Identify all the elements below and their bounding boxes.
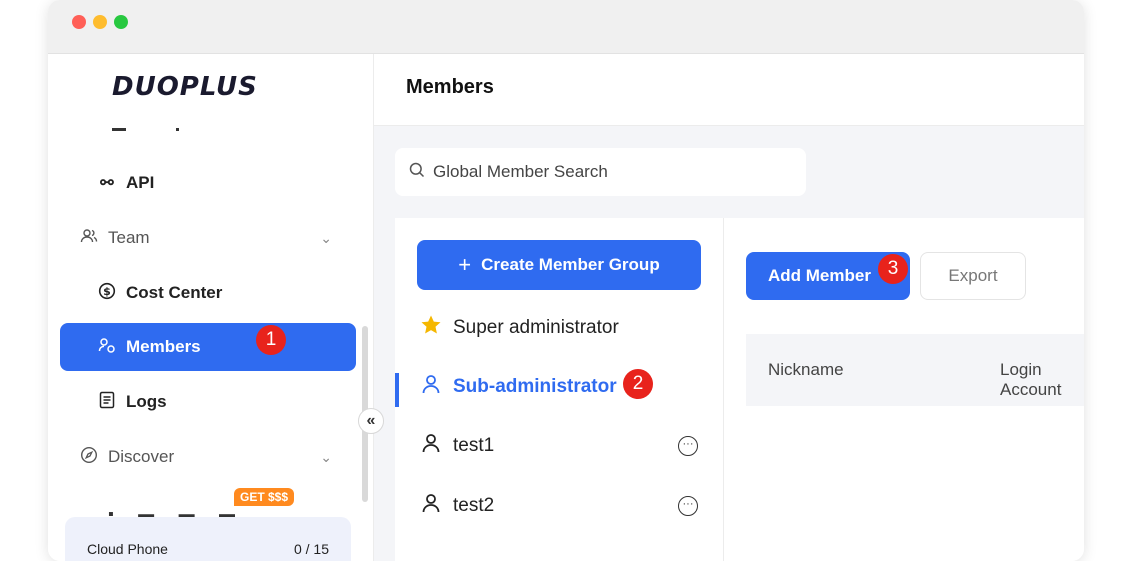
sidebar-item-logs[interactable]: Logs bbox=[60, 378, 356, 426]
more-options-icon[interactable]: ··· bbox=[678, 436, 698, 456]
cropped-nav-item bbox=[112, 128, 126, 131]
team-icon bbox=[78, 227, 100, 250]
group-item-test2[interactable]: test2 ··· bbox=[395, 482, 724, 530]
step-marker-2: 2 bbox=[623, 369, 653, 399]
step-marker-1: 1 bbox=[256, 325, 286, 355]
sidebar-group-team[interactable]: Team ⌄ bbox=[60, 214, 356, 262]
column-nickname[interactable]: Nickname bbox=[768, 360, 844, 380]
export-button[interactable]: Export bbox=[920, 252, 1026, 300]
main-content: Members Global Member Search + Create Me… bbox=[374, 54, 1084, 561]
sidebar-item-members[interactable]: Members bbox=[60, 323, 356, 371]
sidebar-item-label: Team bbox=[108, 228, 150, 247]
group-label: test2 bbox=[453, 495, 495, 516]
sidebar-item-label: Cost Center bbox=[126, 283, 223, 302]
app-window: DUOPLUS ⚯ API Team ⌄ $ Cost Center Membe… bbox=[48, 0, 1084, 561]
sidebar-item-label: Discover bbox=[108, 447, 175, 466]
api-icon: ⚯ bbox=[100, 175, 114, 192]
user-icon bbox=[419, 433, 443, 459]
sidebar-item-cost-center[interactable]: $ Cost Center bbox=[60, 269, 356, 317]
sidebar-item-label: API bbox=[126, 173, 155, 192]
sidebar-item-label: Members bbox=[126, 337, 201, 356]
title-bar bbox=[48, 0, 1084, 54]
sidebar-group-discover[interactable]: Discover ⌄ bbox=[60, 433, 356, 481]
group-label: test1 bbox=[453, 435, 495, 456]
collapse-sidebar-button[interactable]: « bbox=[358, 408, 384, 434]
members-icon bbox=[96, 336, 118, 359]
global-member-search[interactable]: Global Member Search bbox=[395, 148, 806, 196]
chevron-down-icon: ⌄ bbox=[320, 229, 332, 246]
promo-badge: GET $$$ bbox=[234, 488, 295, 506]
group-item-test1[interactable]: test1 ··· bbox=[395, 422, 724, 470]
chevron-down-icon: ⌄ bbox=[320, 448, 332, 465]
cropped-nav-item-text bbox=[176, 128, 179, 131]
sidebar-item-api[interactable]: ⚯ API bbox=[60, 159, 356, 207]
group-label: Super administrator bbox=[453, 317, 619, 338]
compass-icon bbox=[78, 446, 100, 469]
dollar-icon: $ bbox=[96, 282, 118, 305]
group-label: Sub-administrator bbox=[453, 376, 617, 397]
sidebar-item-label: Logs bbox=[126, 392, 167, 411]
zoom-window-button[interactable] bbox=[114, 15, 128, 29]
user-icon bbox=[419, 493, 443, 519]
quota-label: Cloud Phone bbox=[87, 541, 168, 557]
group-item-super-administrator[interactable]: Super administrator bbox=[395, 304, 724, 352]
group-item-sub-administrator[interactable]: Sub-administrator bbox=[395, 363, 724, 411]
button-label: Create Member Group bbox=[481, 255, 660, 274]
step-marker-3: 3 bbox=[878, 254, 908, 284]
create-member-group-button[interactable]: + Create Member Group bbox=[417, 240, 701, 290]
search-icon bbox=[409, 162, 425, 183]
column-login-account[interactable]: Login Account bbox=[1000, 360, 1084, 400]
page-title: Members bbox=[406, 76, 494, 98]
page-header: Members bbox=[374, 54, 1084, 126]
members-panel: Add Member 3 Export Nickname Login Accou… bbox=[724, 218, 1084, 561]
logo: DUOPLUS bbox=[112, 72, 258, 102]
star-icon bbox=[419, 314, 443, 342]
cloud-phone-quota: Cloud Phone 0 / 15 bbox=[65, 517, 351, 561]
logs-icon bbox=[96, 391, 118, 414]
user-icon bbox=[419, 374, 443, 400]
plus-icon: + bbox=[458, 252, 472, 277]
quota-value: 0 / 15 bbox=[293, 541, 329, 557]
minimize-window-button[interactable] bbox=[93, 15, 107, 29]
sidebar: DUOPLUS ⚯ API Team ⌄ $ Cost Center Membe… bbox=[48, 54, 374, 561]
members-table-header: Nickname Login Account bbox=[746, 334, 1084, 406]
svg-text:$: $ bbox=[103, 285, 111, 298]
close-window-button[interactable] bbox=[72, 15, 86, 29]
more-options-icon[interactable]: ··· bbox=[678, 496, 698, 516]
member-groups-panel: + Create Member Group Super administrato… bbox=[395, 218, 724, 561]
search-placeholder: Global Member Search bbox=[433, 162, 608, 181]
